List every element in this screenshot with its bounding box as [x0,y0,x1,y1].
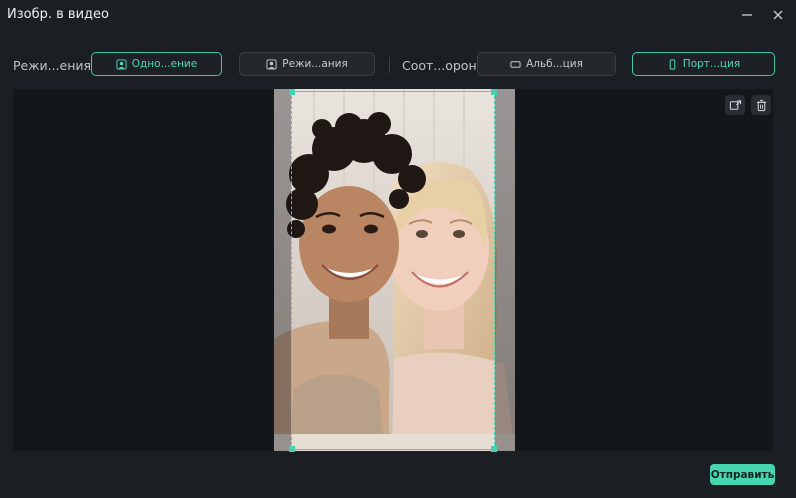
crop-shade-right [495,89,515,451]
crop-handle-top-left[interactable] [289,89,295,95]
person-frame-icon [266,58,277,70]
crop-handle-bottom-left[interactable] [289,446,295,452]
crop-frame[interactable] [291,91,495,450]
portrait-icon [669,58,676,70]
crop-shade-left [274,89,291,451]
aspect-ratio-label: Соот...орон [402,58,477,73]
replace-image-button[interactable] [725,95,745,115]
title-bar: Изобр. в видео [0,0,796,30]
close-icon [773,10,783,20]
replace-image-icon [729,99,741,110]
landscape-icon [510,60,521,68]
mode-label: Режи...ения [13,58,92,73]
crop-handle-top-right[interactable] [491,89,497,95]
mode-option-single[interactable]: Одно...ение [91,52,222,76]
toolbar-divider [389,57,390,73]
mode-option-label: Режи...ания [282,58,348,70]
minimize-icon [742,14,752,16]
person-frame-icon [116,58,127,70]
aspect-option-landscape[interactable]: Альб...ция [477,52,616,76]
delete-image-button[interactable] [751,95,771,115]
close-button[interactable] [769,6,787,24]
crop-handle-bottom-right[interactable] [491,446,497,452]
mode-option-label: Одно...ение [131,58,198,70]
mode-option-second[interactable]: Режи...ания [239,52,375,76]
aspect-option-label: Порт...ция [682,58,741,70]
aspect-option-portrait[interactable]: Порт...ция [632,52,775,76]
minimize-button[interactable] [738,6,756,24]
trash-icon [756,99,766,111]
aspect-option-label: Альб...ция [526,58,583,70]
window-title: Изобр. в видео [7,7,109,22]
submit-button[interactable]: Отправить [710,464,775,485]
